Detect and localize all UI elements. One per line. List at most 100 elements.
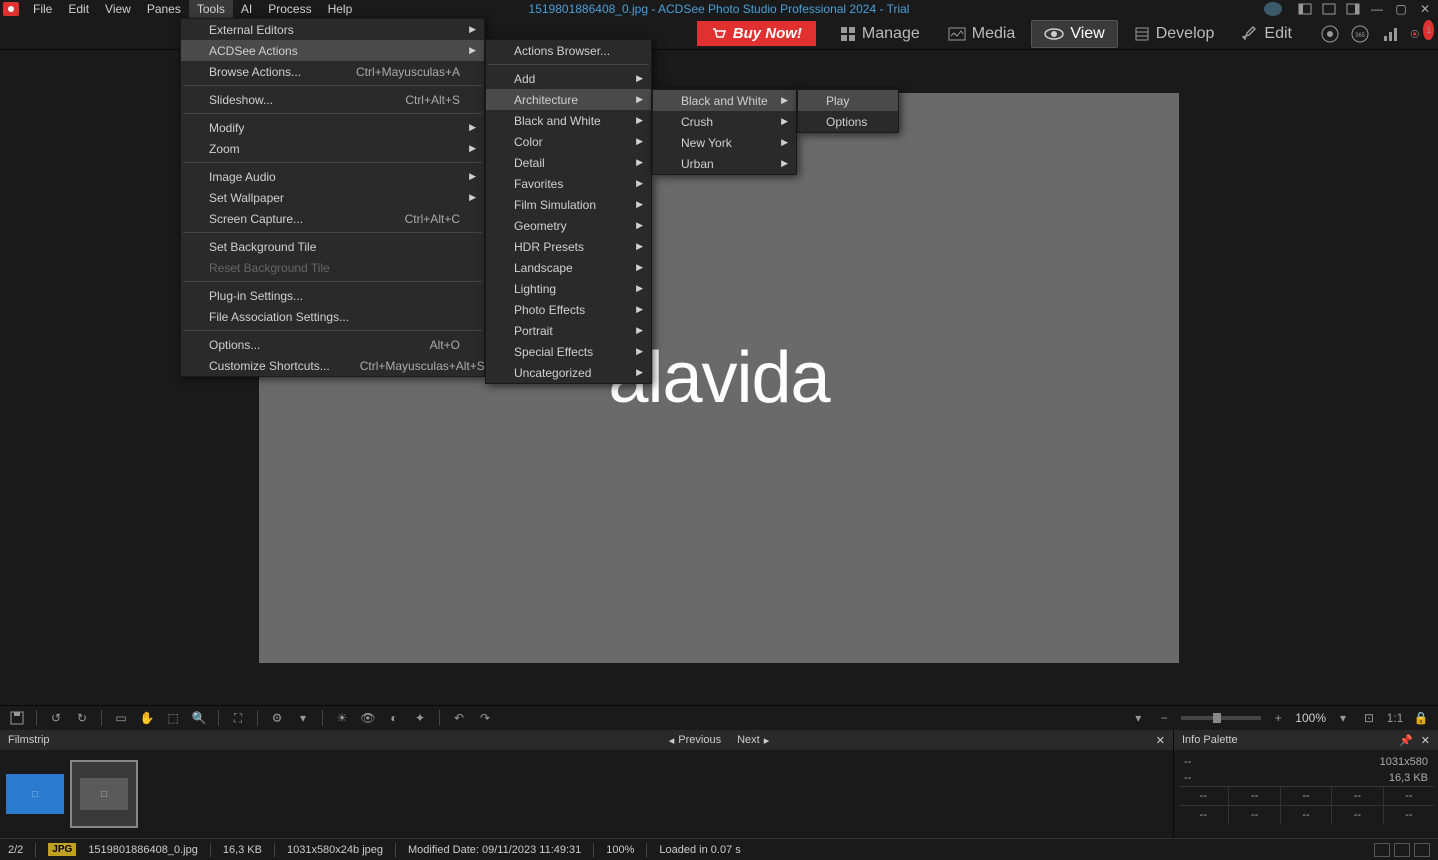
buy-now-button[interactable]: Buy Now! — [697, 21, 816, 46]
rotate-cw-icon[interactable]: ↻ — [73, 709, 91, 727]
layout-icon-3[interactable] — [1344, 2, 1362, 16]
menu-item-zoom[interactable]: Zoom▶ — [181, 138, 484, 159]
fullscreen-icon[interactable]: ⛶ — [229, 709, 247, 727]
menu-item-set-wallpaper[interactable]: Set Wallpaper▶ — [181, 187, 484, 208]
pin-icon[interactable]: 📌 — [1399, 734, 1413, 747]
menu-item-architecture[interactable]: Architecture▶ — [486, 89, 651, 110]
menu-item-slideshow[interactable]: Slideshow...Ctrl+Alt+S — [181, 89, 484, 110]
menu-item-black-and-white[interactable]: Black and White▶ — [486, 110, 651, 131]
stats-icon[interactable] — [1380, 24, 1400, 44]
info-cell: -- — [1178, 787, 1229, 805]
lock-icon[interactable]: 🔒 — [1412, 709, 1430, 727]
mode-edit[interactable]: Edit — [1230, 21, 1304, 47]
menu-item-label: HDR Presets — [514, 240, 584, 254]
menu-item-uncategorized[interactable]: Uncategorized▶ — [486, 362, 651, 383]
separator — [183, 330, 482, 331]
close-icon[interactable]: ✕ — [1156, 734, 1165, 747]
menu-item-color[interactable]: Color▶ — [486, 131, 651, 152]
menu-item-special-effects[interactable]: Special Effects▶ — [486, 341, 651, 362]
menu-item-crush[interactable]: Crush▶ — [653, 111, 796, 132]
undo-icon[interactable]: ↶ — [450, 709, 468, 727]
light-icon[interactable]: ☀ — [333, 709, 351, 727]
mode-manage[interactable]: Manage — [828, 21, 932, 47]
menu-edit[interactable]: Edit — [60, 0, 97, 18]
thumbnail[interactable]: ⬚ — [6, 774, 64, 814]
save-icon[interactable] — [8, 709, 26, 727]
menu-panes[interactable]: Panes — [139, 0, 189, 18]
minus-icon[interactable]: − — [1155, 709, 1173, 727]
menu-ai[interactable]: AI — [233, 0, 260, 18]
menu-item-file-association-settings[interactable]: File Association Settings... — [181, 306, 484, 327]
menu-item-new-york[interactable]: New York▶ — [653, 132, 796, 153]
mode-develop[interactable]: Develop — [1122, 21, 1227, 47]
chevron-down-icon[interactable]: ▾ — [1129, 709, 1147, 727]
menu-tools[interactable]: Tools — [189, 0, 233, 18]
menu-item-geometry[interactable]: Geometry▶ — [486, 215, 651, 236]
menu-help[interactable]: Help — [320, 0, 361, 18]
menu-item-acdsee-actions[interactable]: ACDSee Actions▶ — [181, 40, 484, 61]
menu-item-portrait[interactable]: Portrait▶ — [486, 320, 651, 341]
menu-item-photo-effects[interactable]: Photo Effects▶ — [486, 299, 651, 320]
effect-icon[interactable]: ✦ — [411, 709, 429, 727]
close-icon[interactable]: ✕ — [1421, 734, 1430, 747]
hand-icon[interactable]: ✋ — [138, 709, 156, 727]
layout-icon-1[interactable] — [1296, 2, 1314, 16]
menu-item-detail[interactable]: Detail▶ — [486, 152, 651, 173]
dashboard-icon[interactable] — [1320, 24, 1340, 44]
menu-item-modify[interactable]: Modify▶ — [181, 117, 484, 138]
zoom-slider[interactable] — [1181, 716, 1261, 720]
menu-file[interactable]: File — [25, 0, 60, 18]
crop-icon[interactable]: ▭ — [112, 709, 130, 727]
menu-item-film-simulation[interactable]: Film Simulation▶ — [486, 194, 651, 215]
365-icon[interactable]: 365 — [1350, 24, 1370, 44]
menu-item-lighting[interactable]: Lighting▶ — [486, 278, 651, 299]
menu-item-play[interactable]: Play — [798, 90, 898, 111]
fit-icon[interactable]: ⊡ — [1360, 709, 1378, 727]
notification-icon[interactable]: 1 — [1410, 24, 1430, 44]
rotate-ccw-icon[interactable]: ↺ — [47, 709, 65, 727]
menu-item-plug-in-settings[interactable]: Plug-in Settings... — [181, 285, 484, 306]
thumbnail-current[interactable]: ⬚ — [70, 760, 138, 828]
zoom-icon[interactable]: 🔍 — [190, 709, 208, 727]
menu-item-hdr-presets[interactable]: HDR Presets▶ — [486, 236, 651, 257]
menu-item-options[interactable]: Options — [798, 111, 898, 132]
menu-item-label: Film Simulation — [514, 198, 596, 212]
menu-process[interactable]: Process — [260, 0, 319, 18]
mode-view[interactable]: View — [1031, 20, 1117, 48]
menu-item-favorites[interactable]: Favorites▶ — [486, 173, 651, 194]
adjust-icon[interactable]: ◐ — [385, 709, 403, 727]
menu-item-urban[interactable]: Urban▶ — [653, 153, 796, 174]
menu-item-add[interactable]: Add▶ — [486, 68, 651, 89]
menu-item-black-and-white[interactable]: Black and White▶ — [653, 90, 796, 111]
actual-size-icon[interactable]: 1:1 — [1386, 709, 1404, 727]
user-icon[interactable] — [1264, 2, 1282, 16]
menu-item-options[interactable]: Options...Alt+O — [181, 334, 484, 355]
status-box-icon[interactable] — [1394, 843, 1410, 857]
gear-icon[interactable]: ⚙ — [268, 709, 286, 727]
next-button[interactable]: Next ▸ — [737, 734, 769, 747]
menu-item-screen-capture[interactable]: Screen Capture...Ctrl+Alt+C — [181, 208, 484, 229]
previous-button[interactable]: ◂ Previous — [669, 734, 721, 747]
status-box-icon[interactable] — [1414, 843, 1430, 857]
close-button[interactable]: ✕ — [1416, 2, 1434, 16]
plus-icon[interactable]: + — [1269, 709, 1287, 727]
menu-item-image-audio[interactable]: Image Audio▶ — [181, 166, 484, 187]
info-title: Info Palette — [1182, 734, 1238, 746]
chevron-down-icon[interactable]: ▾ — [294, 709, 312, 727]
select-icon[interactable]: ⬚ — [164, 709, 182, 727]
redeye-icon[interactable]: 👁 — [359, 709, 377, 727]
layout-icon-2[interactable] — [1320, 2, 1338, 16]
menu-item-browse-actions[interactable]: Browse Actions...Ctrl+Mayusculas+A — [181, 61, 484, 82]
menu-item-customize-shortcuts[interactable]: Customize Shortcuts...Ctrl+Mayusculas+Al… — [181, 355, 484, 376]
menu-item-actions-browser[interactable]: Actions Browser... — [486, 40, 651, 61]
minimize-button[interactable]: — — [1368, 2, 1386, 16]
mode-media[interactable]: Media — [936, 21, 1028, 47]
menu-view[interactable]: View — [97, 0, 139, 18]
chevron-down-icon[interactable]: ▾ — [1334, 709, 1352, 727]
menu-item-external-editors[interactable]: External Editors▶ — [181, 19, 484, 40]
menu-item-set-background-tile[interactable]: Set Background Tile — [181, 236, 484, 257]
maximize-button[interactable]: ▢ — [1392, 2, 1410, 16]
status-box-icon[interactable] — [1374, 843, 1390, 857]
redo-icon[interactable]: ↷ — [476, 709, 494, 727]
menu-item-landscape[interactable]: Landscape▶ — [486, 257, 651, 278]
